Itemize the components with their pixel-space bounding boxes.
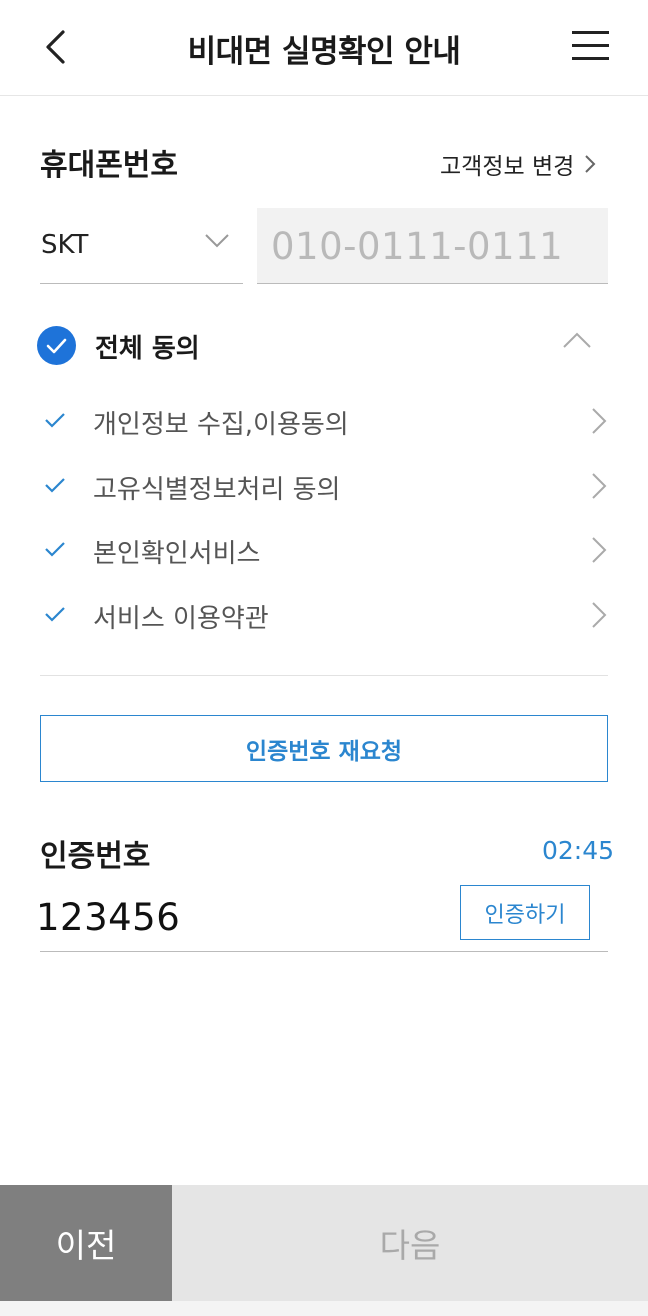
section-divider [40, 675, 608, 676]
agreement-item-label: 본인확인서비스 [93, 539, 261, 569]
agreement-item-unique-id[interactable]: 고유식별정보처리 동의 [40, 462, 608, 512]
next-button[interactable]: 다음 [172, 1185, 648, 1301]
auth-code-label: 인증번호 [40, 839, 151, 874]
hamburger-menu-icon [572, 31, 609, 60]
check-icon[interactable] [44, 411, 66, 429]
check-icon[interactable] [44, 540, 66, 558]
chevron-up-icon[interactable] [563, 332, 591, 348]
phone-number-label: 휴대폰번호 [40, 148, 178, 183]
agreement-item-privacy[interactable]: 개인정보 수집,이용동의 [40, 397, 608, 447]
agreement-item-label: 고유식별정보처리 동의 [93, 475, 341, 505]
change-customer-info-link[interactable]: 고객정보 변경 [440, 147, 596, 181]
chevron-right-icon[interactable] [591, 536, 607, 564]
agreement-item-label: 개인정보 수집,이용동의 [93, 410, 349, 440]
agreement-item-terms[interactable]: 서비스 이용약관 [40, 591, 608, 641]
verify-button[interactable]: 인증하기 [460, 885, 590, 940]
agree-all-label: 전체 동의 [95, 334, 200, 364]
menu-button[interactable] [566, 26, 614, 66]
resend-code-button[interactable]: 인증번호 재요청 [40, 715, 608, 782]
carrier-select[interactable]: SKT [40, 208, 243, 284]
previous-button[interactable]: 이전 [0, 1185, 172, 1301]
page-title: 비대면 실명확인 안내 [187, 34, 461, 70]
agreement-item-label: 서비스 이용약관 [93, 604, 269, 634]
chevron-right-icon[interactable] [591, 472, 607, 500]
carrier-value: SKT [41, 230, 89, 260]
auth-code-value: 123456 [36, 896, 181, 939]
bottom-strip [0, 1301, 648, 1316]
auth-code-input[interactable]: 123456 인증하기 [36, 880, 608, 952]
check-icon[interactable] [44, 476, 66, 494]
check-icon[interactable] [44, 605, 66, 623]
countdown-timer: 02:45 [542, 836, 615, 865]
change-customer-info-label: 고객정보 변경 [440, 154, 575, 180]
agree-all-checkbox[interactable] [37, 326, 76, 365]
page: 비대면 실명확인 안내 휴대폰번호 고객정보 변경 SKT 010-0111-0… [0, 0, 648, 1316]
agree-all-row[interactable]: 전체 동의 [37, 324, 608, 368]
app-header: 비대면 실명확인 안내 [0, 0, 648, 96]
agreement-item-identity-service[interactable]: 본인확인서비스 [40, 526, 608, 576]
chevron-right-icon[interactable] [591, 407, 607, 435]
phone-number-input[interactable]: 010-0111-0111 [257, 208, 608, 284]
check-icon [46, 338, 67, 354]
chevron-down-icon [205, 234, 229, 248]
chevron-right-icon [585, 155, 596, 173]
phone-number-placeholder: 010-0111-0111 [271, 225, 564, 268]
chevron-right-icon[interactable] [591, 601, 607, 629]
